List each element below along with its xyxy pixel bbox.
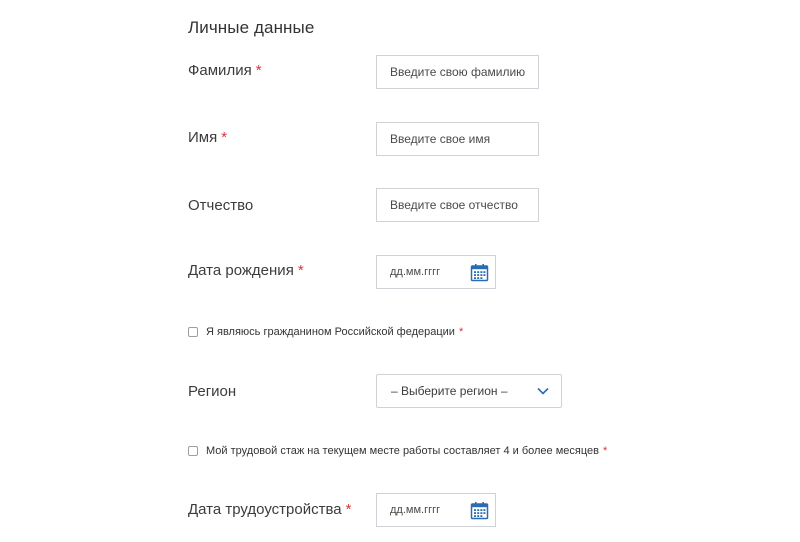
citizen-checkbox-row[interactable]: Я являюсь гражданином Российской федерац… bbox=[188, 326, 463, 338]
surname-label-text: Фамилия bbox=[188, 62, 252, 79]
birth-date-input[interactable]: дд.мм.гггг bbox=[376, 255, 496, 289]
employment-date-label: Дата трудоустройства * bbox=[188, 501, 351, 518]
chevron-down-icon bbox=[537, 387, 549, 395]
surname-input[interactable]: Введите свою фамилию bbox=[376, 55, 539, 89]
required-mark: * bbox=[602, 445, 608, 457]
patronymic-label-text: Отчество bbox=[188, 197, 254, 214]
calendar-icon[interactable] bbox=[470, 501, 489, 520]
birth-date-label: Дата рождения * bbox=[188, 262, 304, 279]
birth-date-placeholder: дд.мм.гггг bbox=[390, 266, 441, 278]
region-select[interactable]: – Выберите регион – bbox=[376, 374, 562, 408]
required-mark: * bbox=[297, 262, 304, 279]
required-mark: * bbox=[458, 326, 464, 338]
name-label-text: Имя bbox=[188, 129, 218, 146]
required-mark: * bbox=[221, 129, 228, 146]
experience-checkbox-label: Мой трудовой стаж на текущем месте работ… bbox=[206, 445, 599, 457]
required-mark: * bbox=[255, 62, 262, 79]
calendar-icon[interactable] bbox=[470, 263, 489, 282]
region-label-text: Регион bbox=[188, 383, 237, 400]
page-title: Личные данные bbox=[188, 18, 315, 37]
employment-date-label-text: Дата трудоустройства bbox=[188, 501, 342, 518]
name-label: Имя * bbox=[188, 129, 227, 146]
patronymic-label: Отчество bbox=[188, 197, 253, 214]
name-input[interactable]: Введите свое имя bbox=[376, 122, 539, 156]
patronymic-input[interactable]: Введите свое отчество bbox=[376, 188, 539, 222]
birth-date-label-text: Дата рождения bbox=[188, 262, 294, 279]
citizen-checkbox-label: Я являюсь гражданином Российской федерац… bbox=[206, 326, 455, 338]
employment-date-placeholder: дд.мм.гггг bbox=[390, 504, 441, 516]
employment-date-input[interactable]: дд.мм.гггг bbox=[376, 493, 496, 527]
patronymic-placeholder: Введите свое отчество bbox=[390, 198, 518, 212]
experience-checkbox[interactable] bbox=[188, 446, 198, 456]
region-label: Регион bbox=[188, 383, 236, 400]
surname-placeholder: Введите свою фамилию bbox=[390, 65, 526, 79]
name-placeholder: Введите свое имя bbox=[390, 132, 491, 146]
experience-checkbox-row[interactable]: Мой трудовой стаж на текущем месте работ… bbox=[188, 445, 607, 457]
citizen-checkbox[interactable] bbox=[188, 327, 198, 337]
required-mark: * bbox=[345, 501, 352, 518]
region-selected-value: – Выберите регион – bbox=[391, 384, 508, 398]
surname-label: Фамилия * bbox=[188, 62, 262, 79]
